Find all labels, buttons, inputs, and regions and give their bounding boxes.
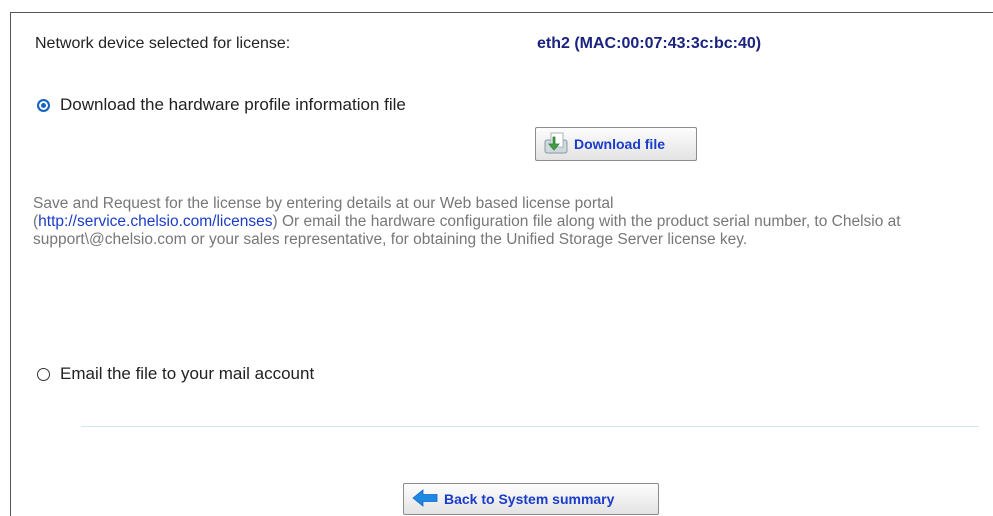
license-info-text: Save and Request for the license by ente… xyxy=(33,195,983,249)
back-button-label: Back to System summary xyxy=(444,491,615,507)
download-file-button[interactable]: Download file xyxy=(535,127,697,161)
device-value: eth2 (MAC:00:07:43:3c:bc:40) xyxy=(537,35,762,52)
license-panel: Network device selected for license: eth… xyxy=(10,12,993,516)
email-option[interactable]: Email the file to your mail account xyxy=(37,364,314,384)
info-text-part1: Save and Request for the license by ente… xyxy=(33,195,614,212)
download-option-label: Download the hardware profile informatio… xyxy=(60,95,406,114)
download-option[interactable]: Download the hardware profile informatio… xyxy=(37,95,406,115)
email-radio[interactable] xyxy=(37,367,50,381)
download-arrow-icon xyxy=(544,131,568,158)
download-radio[interactable] xyxy=(37,98,50,112)
download-file-label: Download file xyxy=(574,136,665,152)
device-label: Network device selected for license: xyxy=(35,35,291,52)
back-arrow-icon xyxy=(412,488,438,510)
divider xyxy=(81,426,979,427)
email-option-label: Email the file to your mail account xyxy=(60,364,315,383)
back-to-summary-button[interactable]: Back to System summary xyxy=(403,483,659,515)
license-portal-link[interactable]: http://service.chelsio.com/licenses xyxy=(38,213,272,230)
